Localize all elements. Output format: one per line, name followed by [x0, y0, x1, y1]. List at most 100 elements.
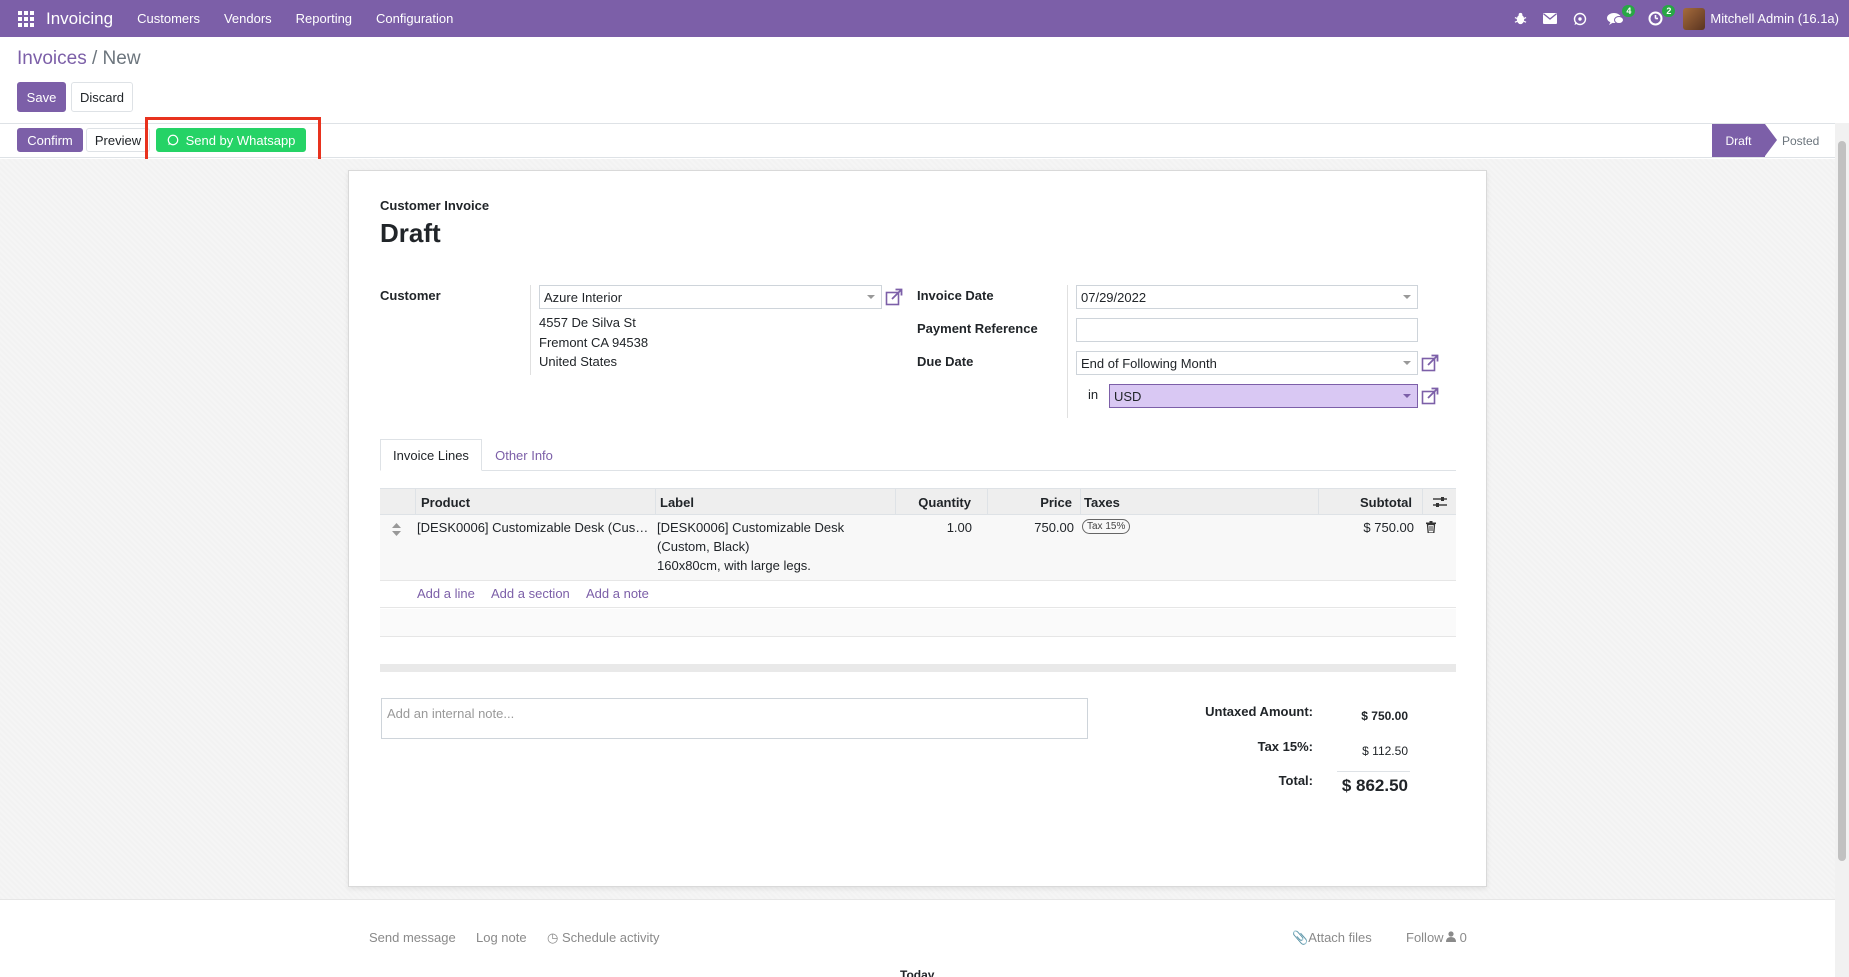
tab-invoice-lines[interactable]: Invoice Lines — [380, 439, 482, 471]
chevron-down-icon — [1403, 394, 1411, 398]
column-quantity[interactable]: Quantity — [896, 489, 988, 515]
row-price[interactable]: 750.00 — [988, 518, 1074, 537]
address-line-3: United States — [539, 354, 618, 369]
breadcrumb-separator: / — [91, 48, 98, 69]
divider — [530, 285, 531, 375]
tax-amount-label: Tax 15%: — [1257, 739, 1313, 754]
menu-vendors[interactable]: Vendors — [224, 11, 272, 26]
row-label-line-3[interactable]: 160x80cm, with large legs. — [657, 556, 811, 575]
breadcrumb: Invoices / New — [17, 48, 141, 70]
row-label-line-2[interactable]: (Custom, Black) — [657, 537, 749, 556]
breadcrumb-current: New — [102, 48, 141, 69]
currency-value: USD — [1114, 388, 1142, 404]
chatter: Send message Log note ◷ Schedule activit… — [0, 899, 1835, 977]
status-posted[interactable]: Posted — [1782, 124, 1819, 157]
attach-files-button[interactable]: 📎Attach files — [1292, 930, 1372, 946]
external-link-icon[interactable] — [885, 288, 903, 306]
invoice-date-label: Invoice Date — [917, 288, 994, 303]
bug-icon[interactable] — [1505, 0, 1535, 37]
apps-menu-icon[interactable] — [16, 9, 36, 29]
currency-field[interactable]: USD — [1109, 384, 1418, 408]
row-label-line-1[interactable]: [DESK0006] Customizable Desk — [657, 518, 844, 537]
external-link-icon[interactable] — [1421, 354, 1439, 372]
chat-badge: 4 — [1622, 5, 1636, 17]
discard-button[interactable]: Discard — [71, 82, 133, 112]
address-line-1: 4557 De Silva St — [539, 315, 636, 330]
today-separator: Today — [900, 968, 935, 977]
followers-button[interactable]: 0 — [1446, 930, 1467, 945]
invoice-date-value: 07/29/2022 — [1081, 289, 1147, 305]
customer-label: Customer — [380, 288, 441, 303]
due-date-field[interactable]: End of Following Month — [1076, 351, 1418, 375]
chevron-down-icon — [1403, 295, 1411, 299]
app-brand[interactable]: Invoicing — [46, 9, 113, 29]
due-date-label: Due Date — [917, 354, 974, 369]
row-subtotal: $ 750.00 — [1363, 520, 1414, 535]
user-menu[interactable]: Mitchell Admin (16.1a) — [1710, 11, 1839, 26]
whatsapp-icon[interactable] — [1565, 0, 1595, 37]
untaxed-amount-label: Untaxed Amount: — [1205, 704, 1313, 719]
status-draft[interactable]: Draft — [1712, 124, 1777, 157]
row-product[interactable]: [DESK0006] Customizable Desk (Cus… — [417, 518, 652, 537]
table-row[interactable]: [DESK0006] Customizable Desk (Cus… [DESK… — [380, 515, 1456, 581]
column-taxes[interactable]: Taxes — [1081, 489, 1319, 515]
menu-configuration[interactable]: Configuration — [376, 11, 453, 26]
column-settings-icon[interactable] — [1423, 489, 1456, 515]
tab-other-info[interactable]: Other Info — [486, 439, 562, 471]
invoice-type-label: Customer Invoice — [380, 198, 490, 213]
envelope-icon[interactable] — [1535, 0, 1565, 37]
payment-reference-field[interactable] — [1076, 318, 1418, 342]
confirm-button[interactable]: Confirm — [17, 128, 83, 152]
table-footer — [380, 664, 1456, 672]
chat-icon[interactable]: 4 — [1595, 0, 1636, 37]
scrollbar-thumb[interactable] — [1838, 141, 1846, 861]
drag-handle-icon[interactable] — [392, 523, 401, 536]
log-note-button[interactable]: Log note — [476, 930, 527, 945]
trash-icon[interactable] — [1426, 521, 1436, 533]
user-icon — [1446, 931, 1456, 942]
breadcrumb-invoices[interactable]: Invoices — [17, 48, 87, 69]
row-quantity[interactable]: 1.00 — [896, 518, 972, 537]
menu-customers[interactable]: Customers — [137, 11, 200, 26]
currency-in-label: in — [1088, 387, 1099, 402]
menu-reporting[interactable]: Reporting — [296, 11, 352, 26]
due-date-value: End of Following Month — [1081, 355, 1217, 371]
add-links-row — [380, 580, 1456, 608]
payment-reference-label: Payment Reference — [917, 321, 1038, 336]
invoice-date-field[interactable]: 07/29/2022 — [1076, 285, 1418, 309]
handle-column-header — [380, 489, 416, 515]
total-divider — [1337, 771, 1410, 772]
top-navbar: Invoicing Customers Vendors Reporting Co… — [0, 0, 1849, 37]
divider — [1067, 285, 1068, 418]
address-line-2: Fremont CA 94538 — [539, 335, 649, 350]
highlight-annotation — [145, 117, 321, 165]
chevron-down-icon — [867, 295, 875, 299]
follow-button[interactable]: Follow — [1406, 930, 1444, 945]
activity-badge: 2 — [1662, 5, 1676, 17]
external-link-icon[interactable] — [1421, 387, 1439, 405]
paperclip-icon: 📎 — [1292, 930, 1309, 945]
tax-tag[interactable]: Tax 15% — [1082, 519, 1131, 534]
column-label[interactable]: Label — [656, 489, 896, 515]
column-price[interactable]: Price — [988, 489, 1081, 515]
column-product[interactable]: Product — [416, 489, 656, 515]
empty-row — [380, 609, 1456, 637]
invoice-title: Draft — [380, 218, 441, 248]
internal-note-input[interactable]: Add an internal note... — [381, 698, 1088, 739]
total-amount-value: $ 862.50 — [1341, 776, 1408, 795]
activity-clock-icon[interactable]: 2 — [1635, 0, 1676, 37]
chevron-down-icon — [1403, 361, 1411, 365]
user-avatar[interactable] — [1683, 7, 1706, 30]
followers-count: 0 — [1459, 930, 1467, 945]
save-button[interactable]: Save — [17, 82, 66, 112]
scrollbar[interactable] — [1835, 123, 1849, 977]
customer-field[interactable]: Azure Interior — [539, 285, 882, 309]
schedule-activity-button[interactable]: ◷ Schedule activity — [547, 930, 660, 946]
clock-icon: ◷ — [547, 930, 562, 945]
customer-value: Azure Interior — [544, 289, 623, 305]
untaxed-amount-value: $ 750.00 — [1361, 709, 1408, 723]
send-message-button[interactable]: Send message — [369, 930, 456, 945]
preview-button[interactable]: Preview — [86, 128, 150, 152]
column-subtotal[interactable]: Subtotal — [1319, 489, 1423, 515]
table-header: Product Label Quantity Price Taxes Subto… — [380, 488, 1456, 515]
